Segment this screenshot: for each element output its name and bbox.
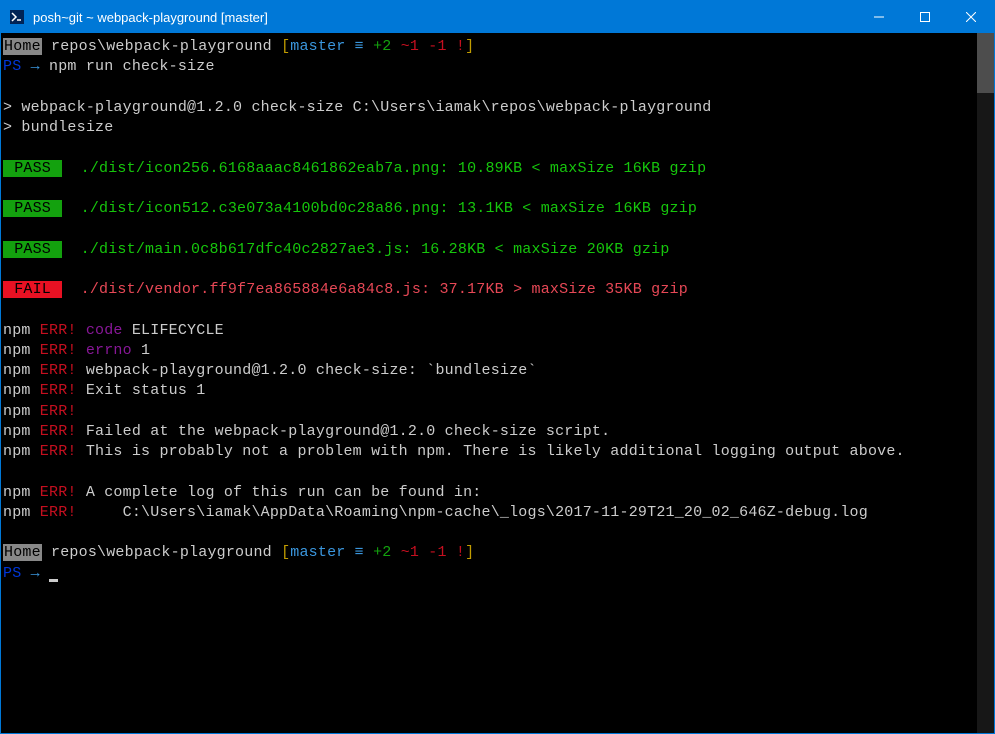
npm-run-header-1: > webpack-playground@1.2.0 check-size C:… bbox=[3, 98, 975, 118]
err-label: ERR! bbox=[31, 362, 77, 379]
err-msg-4: Exit status 1 bbox=[77, 382, 206, 399]
git-deleted: -1 bbox=[419, 544, 447, 561]
err-msg-7: This is probably not a problem with npm.… bbox=[77, 443, 905, 460]
npm-run-header-2: > bundlesize bbox=[3, 118, 975, 138]
err-label: ERR! bbox=[31, 423, 77, 440]
git-added: +2 bbox=[373, 544, 391, 561]
bracket-open: [ bbox=[281, 544, 290, 561]
home-badge: Home bbox=[3, 38, 42, 55]
errno-label: errno bbox=[77, 342, 132, 359]
terminal-area: Home repos\webpack-playground [master ≡ … bbox=[1, 33, 994, 733]
err-label: ERR! bbox=[31, 342, 77, 359]
equiv-sign: ≡ bbox=[345, 38, 373, 55]
err-label: ERR! bbox=[31, 403, 77, 420]
titlebar[interactable]: posh~git ~ webpack-playground [master] bbox=[1, 1, 994, 33]
err-label: ERR! bbox=[31, 443, 77, 460]
command-text: npm run check-size bbox=[49, 58, 215, 75]
err-msg-10: C:\Users\iamak\AppData\Roaming\npm-cache… bbox=[77, 504, 868, 521]
git-bang: ! bbox=[447, 544, 465, 561]
ps-label: PS bbox=[3, 58, 21, 75]
pass-badge: PASS bbox=[3, 200, 62, 217]
npm-label: npm bbox=[3, 322, 31, 339]
err-label: ERR! bbox=[31, 382, 77, 399]
errno-value: 1 bbox=[132, 342, 150, 359]
err-label: ERR! bbox=[31, 484, 77, 501]
pass-badge: PASS bbox=[3, 241, 62, 258]
bracket-close: ] bbox=[465, 544, 474, 561]
code-value: ELIFECYCLE bbox=[123, 322, 224, 339]
git-added: +2 bbox=[373, 38, 391, 55]
result-4: ./dist/vendor.ff9f7ea865884e6a84c8.js: 3… bbox=[62, 281, 688, 298]
ps-arrow: → bbox=[21, 58, 49, 75]
ps-label: PS bbox=[3, 565, 21, 582]
result-1: ./dist/icon256.6168aaac8461862eab7a.png:… bbox=[62, 160, 706, 177]
npm-label: npm bbox=[3, 362, 31, 379]
err-msg-9: A complete log of this run can be found … bbox=[77, 484, 482, 501]
ps-arrow: → bbox=[21, 565, 49, 582]
equiv-sign: ≡ bbox=[345, 544, 373, 561]
result-2: ./dist/icon512.c3e073a4100bd0c28a86.png:… bbox=[62, 200, 697, 217]
close-button[interactable] bbox=[948, 1, 994, 33]
minimize-button[interactable] bbox=[856, 1, 902, 33]
scrollbar-thumb[interactable] bbox=[977, 33, 994, 93]
branch-name: master bbox=[290, 544, 345, 561]
prompt-path: repos\webpack-playground bbox=[42, 544, 281, 561]
npm-label: npm bbox=[3, 423, 31, 440]
err-label: ERR! bbox=[31, 322, 77, 339]
window-title: posh~git ~ webpack-playground [master] bbox=[33, 10, 856, 25]
cursor-icon bbox=[49, 579, 58, 582]
bracket-close: ] bbox=[465, 38, 474, 55]
npm-label: npm bbox=[3, 443, 31, 460]
npm-label: npm bbox=[3, 382, 31, 399]
npm-label: npm bbox=[3, 484, 31, 501]
git-modified: ~1 bbox=[392, 38, 420, 55]
home-badge: Home bbox=[3, 544, 42, 561]
err-msg-6: Failed at the webpack-playground@1.2.0 c… bbox=[77, 423, 611, 440]
git-deleted: -1 bbox=[419, 38, 447, 55]
npm-label: npm bbox=[3, 342, 31, 359]
scrollbar[interactable] bbox=[977, 33, 994, 733]
maximize-button[interactable] bbox=[902, 1, 948, 33]
branch-name: master bbox=[290, 38, 345, 55]
npm-label: npm bbox=[3, 403, 31, 420]
err-msg-3: webpack-playground@1.2.0 check-size: `bu… bbox=[77, 362, 537, 379]
npm-label: npm bbox=[3, 504, 31, 521]
terminal-output[interactable]: Home repos\webpack-playground [master ≡ … bbox=[1, 33, 977, 733]
terminal-window: posh~git ~ webpack-playground [master] H… bbox=[0, 0, 995, 734]
fail-badge: FAIL bbox=[3, 281, 62, 298]
app-icon bbox=[9, 9, 25, 25]
git-modified: ~1 bbox=[392, 544, 420, 561]
prompt-path: repos\webpack-playground bbox=[42, 38, 281, 55]
pass-badge: PASS bbox=[3, 160, 62, 177]
result-3: ./dist/main.0c8b617dfc40c2827ae3.js: 16.… bbox=[62, 241, 669, 258]
code-label: code bbox=[77, 322, 123, 339]
window-controls bbox=[856, 1, 994, 33]
err-label: ERR! bbox=[31, 504, 77, 521]
git-bang: ! bbox=[447, 38, 465, 55]
bracket-open: [ bbox=[281, 38, 290, 55]
